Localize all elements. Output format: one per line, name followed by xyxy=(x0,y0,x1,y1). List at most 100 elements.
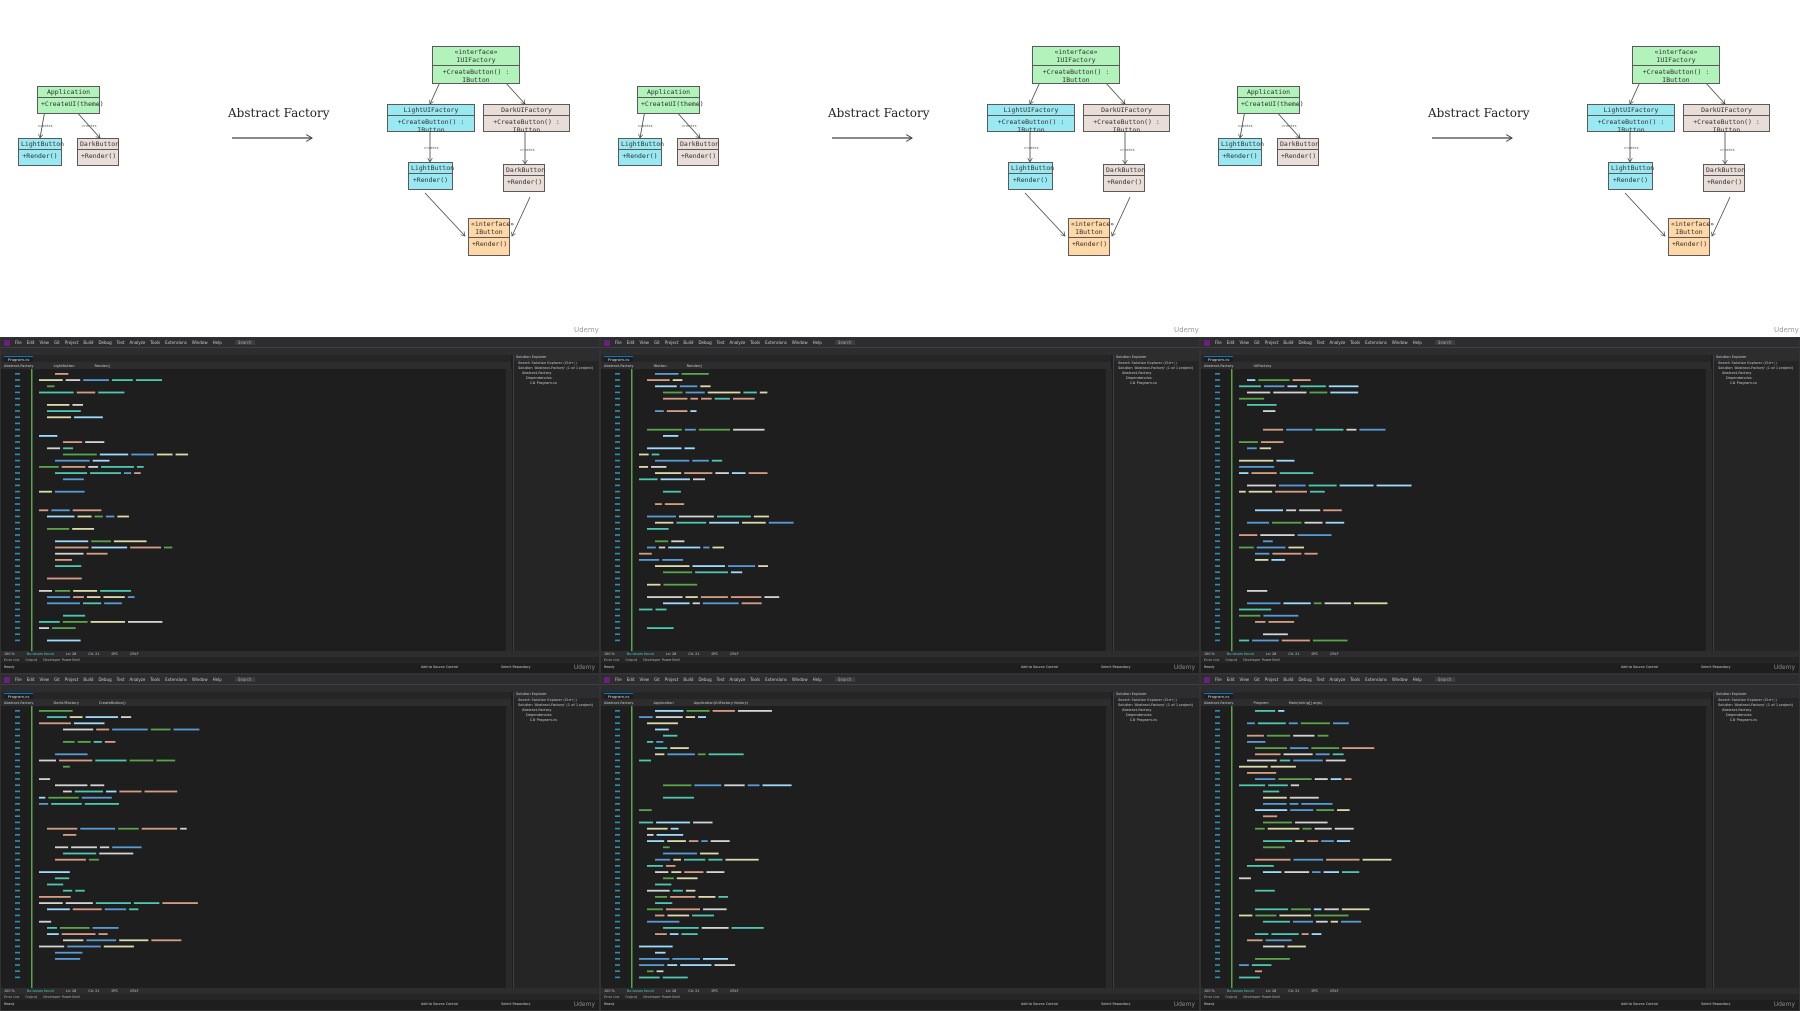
nav-type-dropdown[interactable]: Program xyxy=(1254,701,1269,705)
menu-item-extensions[interactable]: Extensions xyxy=(165,340,187,345)
nav-project-dropdown[interactable]: Abstract-Factory xyxy=(1204,364,1234,368)
menu-item-test[interactable]: Test xyxy=(717,677,725,682)
tab-program-cs[interactable]: Program.cs xyxy=(604,355,634,362)
menu-item-file[interactable]: File xyxy=(1215,677,1222,682)
menu-item-edit[interactable]: Edit xyxy=(27,340,35,345)
menu-item-extensions[interactable]: Extensions xyxy=(1365,340,1387,345)
tab-program-cs[interactable]: Program.cs xyxy=(1204,355,1234,362)
menu-item-help[interactable]: Help xyxy=(213,677,222,682)
menu-item-test[interactable]: Test xyxy=(1317,677,1325,682)
nav-type-dropdown[interactable]: LightButton xyxy=(54,364,75,368)
menu-item-view[interactable]: View xyxy=(639,340,649,345)
search-box[interactable]: Search xyxy=(1434,340,1455,345)
menu-item-analyze[interactable]: Analyze xyxy=(1330,677,1346,682)
menu-item-git[interactable]: Git xyxy=(654,340,660,345)
menu-item-tools[interactable]: Tools xyxy=(1350,340,1360,345)
source-control-button[interactable]: Add to Source Control xyxy=(1021,665,1058,669)
menu-item-git[interactable]: Git xyxy=(654,677,660,682)
code-editor[interactable] xyxy=(1,706,506,988)
output-tab[interactable]: Developer PowerShell xyxy=(643,658,680,662)
menu-item-file[interactable]: File xyxy=(15,677,22,682)
solution-explorer-item[interactable]: C# Program.cs xyxy=(1714,718,1799,723)
menu-item-window[interactable]: Window xyxy=(792,340,808,345)
tab-program-cs[interactable]: Program.cs xyxy=(604,692,634,699)
menu-item-test[interactable]: Test xyxy=(117,677,125,682)
search-box[interactable]: Search xyxy=(834,340,855,345)
menu-item-view[interactable]: View xyxy=(1239,340,1249,345)
menu-item-view[interactable]: View xyxy=(1239,677,1249,682)
nav-member-dropdown[interactable]: Render() xyxy=(687,364,703,368)
menu-item-debug[interactable]: Debug xyxy=(98,677,111,682)
code-editor[interactable] xyxy=(1,369,506,651)
menu-item-view[interactable]: View xyxy=(39,340,49,345)
menu-item-project[interactable]: Project xyxy=(65,340,79,345)
menu-item-analyze[interactable]: Analyze xyxy=(730,677,746,682)
nav-type-dropdown[interactable]: IUIFactory xyxy=(1254,364,1272,368)
scrollbar[interactable] xyxy=(1706,369,1712,651)
nav-project-dropdown[interactable]: Abstract-Factory xyxy=(604,701,634,705)
solution-explorer-item[interactable]: C# Program.cs xyxy=(514,381,599,386)
code-editor[interactable] xyxy=(601,706,1106,988)
issues-status[interactable]: No issues found xyxy=(1227,989,1254,993)
menu-item-file[interactable]: File xyxy=(615,340,622,345)
output-tab[interactable]: Developer PowerShell xyxy=(1243,995,1280,999)
zoom-level[interactable]: 100 % xyxy=(1204,989,1215,993)
menu-item-git[interactable]: Git xyxy=(1254,340,1260,345)
nav-member-dropdown[interactable]: CreateButton() xyxy=(99,701,126,705)
menu-item-window[interactable]: Window xyxy=(1392,677,1408,682)
output-tab[interactable]: Developer PowerShell xyxy=(43,995,80,999)
nav-type-dropdown[interactable]: IButton xyxy=(654,364,667,368)
menu-item-project[interactable]: Project xyxy=(665,677,679,682)
zoom-level[interactable]: 100 % xyxy=(4,652,15,656)
output-tab[interactable]: Output xyxy=(625,995,637,999)
menu-item-test[interactable]: Test xyxy=(1317,340,1325,345)
menu-item-help[interactable]: Help xyxy=(813,340,822,345)
menu-item-tools[interactable]: Tools xyxy=(150,340,160,345)
source-control-button[interactable]: Add to Source Control xyxy=(421,665,458,669)
nav-project-dropdown[interactable]: Abstract-Factory xyxy=(1204,701,1234,705)
nav-member-dropdown[interactable]: Application(IUIFactory factory) xyxy=(694,701,749,705)
solution-explorer-item[interactable]: C# Program.cs xyxy=(1114,718,1199,723)
nav-type-dropdown[interactable]: DarkUIFactory xyxy=(54,701,79,705)
menu-item-help[interactable]: Help xyxy=(1413,340,1422,345)
output-tab[interactable]: Developer PowerShell xyxy=(43,658,80,662)
menu-item-file[interactable]: File xyxy=(1215,340,1222,345)
menu-item-analyze[interactable]: Analyze xyxy=(130,340,146,345)
menu-item-project[interactable]: Project xyxy=(65,677,79,682)
output-tab[interactable]: Error List xyxy=(1204,658,1219,662)
output-tab[interactable]: Error List xyxy=(604,658,619,662)
menu-item-file[interactable]: File xyxy=(615,677,622,682)
output-tab[interactable]: Error List xyxy=(4,658,19,662)
menu-item-build[interactable]: Build xyxy=(1283,677,1293,682)
issues-status[interactable]: No issues found xyxy=(27,989,54,993)
menu-item-view[interactable]: View xyxy=(39,677,49,682)
menu-item-help[interactable]: Help xyxy=(1413,677,1422,682)
issues-status[interactable]: No issues found xyxy=(1227,652,1254,656)
zoom-level[interactable]: 100 % xyxy=(1204,652,1215,656)
select-repository-button[interactable]: Select Repository xyxy=(501,1002,531,1006)
menu-item-extensions[interactable]: Extensions xyxy=(765,340,787,345)
menu-item-debug[interactable]: Debug xyxy=(698,340,711,345)
output-tab[interactable]: Output xyxy=(25,995,37,999)
menu-item-help[interactable]: Help xyxy=(813,677,822,682)
menu-item-git[interactable]: Git xyxy=(1254,677,1260,682)
source-control-button[interactable]: Add to Source Control xyxy=(1021,1002,1058,1006)
menu-item-debug[interactable]: Debug xyxy=(698,677,711,682)
scrollbar[interactable] xyxy=(1706,706,1712,988)
menu-item-extensions[interactable]: Extensions xyxy=(1365,677,1387,682)
menu-item-window[interactable]: Window xyxy=(1392,340,1408,345)
menu-item-tools[interactable]: Tools xyxy=(750,340,760,345)
menu-item-git[interactable]: Git xyxy=(54,340,60,345)
menu-item-project[interactable]: Project xyxy=(1265,340,1279,345)
issues-status[interactable]: No issues found xyxy=(627,652,654,656)
output-tab[interactable]: Error List xyxy=(1204,995,1219,999)
output-tab[interactable]: Output xyxy=(1225,658,1237,662)
tab-program-cs[interactable]: Program.cs xyxy=(1204,692,1234,699)
issues-status[interactable]: No issues found xyxy=(27,652,54,656)
select-repository-button[interactable]: Select Repository xyxy=(1101,1002,1131,1006)
menu-item-debug[interactable]: Debug xyxy=(1298,677,1311,682)
nav-project-dropdown[interactable]: Abstract-Factory xyxy=(604,364,634,368)
search-box[interactable]: Search xyxy=(1434,677,1455,682)
tab-program-cs[interactable]: Program.cs xyxy=(4,355,34,362)
output-tab[interactable]: Error List xyxy=(4,995,19,999)
